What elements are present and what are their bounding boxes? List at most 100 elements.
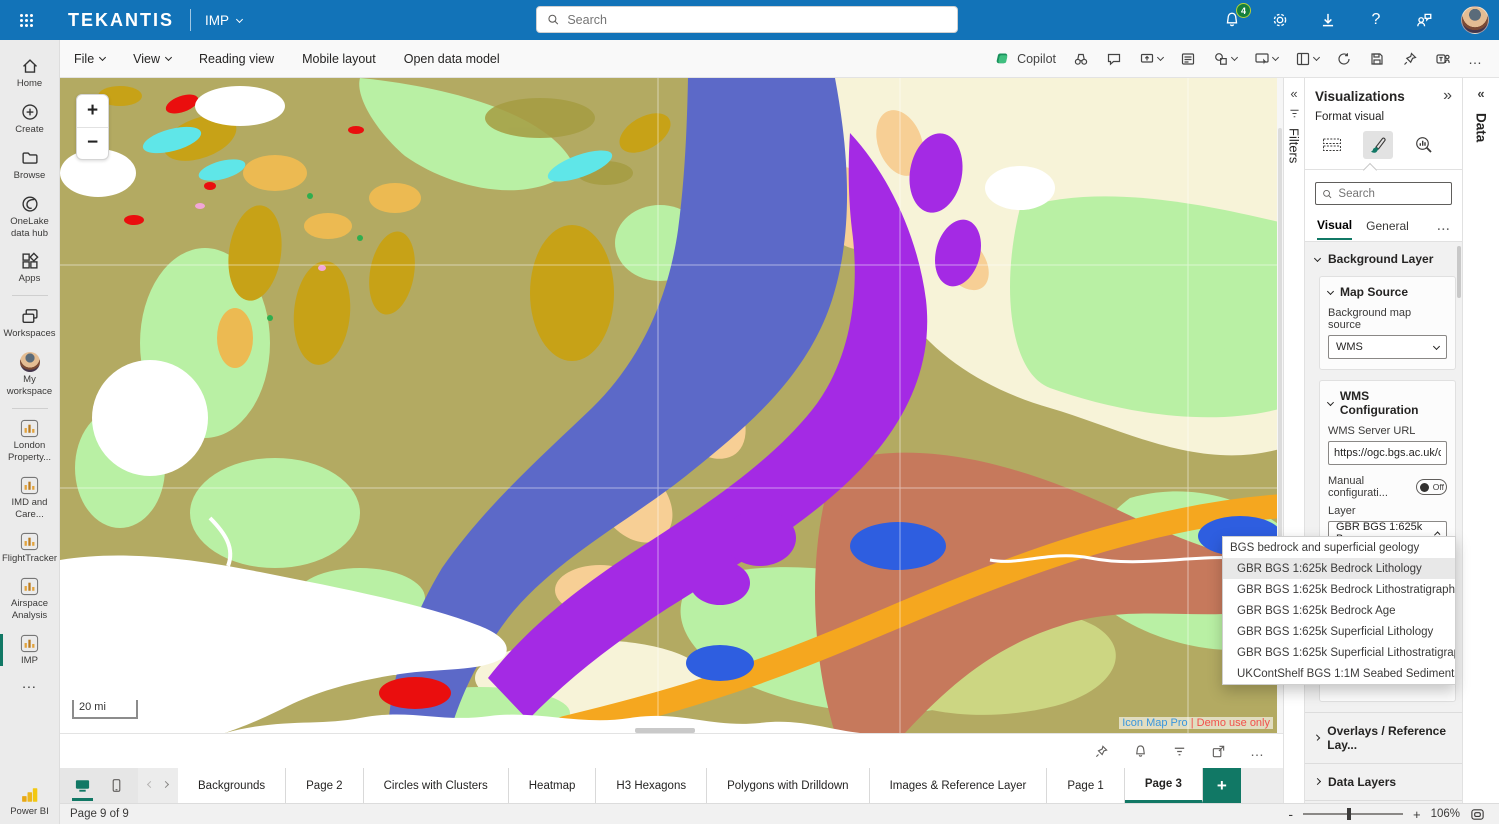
manual-configuration-toggle[interactable]: Off — [1416, 479, 1447, 495]
map-zoom-in-button[interactable]: + — [77, 95, 108, 128]
alerts-bell-icon[interactable] — [1133, 744, 1148, 759]
attribution-link[interactable]: Icon Map Pro — [1122, 717, 1187, 729]
settings-gear-icon[interactable] — [1269, 9, 1291, 31]
more-options-icon[interactable]: … — [1468, 51, 1483, 67]
copilot-button[interactable]: Copilot — [995, 51, 1056, 67]
page-tab-circles-with-clusters[interactable]: Circles with Clusters — [364, 768, 509, 803]
app-launcher-waffle-icon[interactable] — [6, 0, 46, 40]
section-data-layers[interactable]: Data Layers — [1305, 763, 1462, 800]
wms-configuration-header[interactable]: WMS Configuration — [1328, 389, 1447, 417]
background-map-source-select[interactable]: WMS — [1328, 335, 1447, 359]
sidebar-item-report-london-property[interactable]: London Property... — [0, 413, 60, 470]
page-tab-heatmap[interactable]: Heatmap — [509, 768, 597, 803]
sidebar-item-create[interactable]: Create — [0, 96, 60, 142]
layer-option[interactable]: GBR BGS 1:625k Superficial Lithostratigr… — [1223, 642, 1455, 663]
mobile-view-icon[interactable] — [107, 774, 126, 797]
sidebar-item-home[interactable]: Home — [0, 50, 60, 96]
global-search[interactable] — [536, 6, 958, 33]
page-view-icon[interactable] — [1295, 51, 1319, 67]
expand-filters-icon[interactable]: « — [1284, 78, 1304, 105]
layer-option-selected[interactable]: GBR BGS 1:625k Bedrock Lithology — [1223, 558, 1455, 579]
zoom-out-button[interactable]: - — [1288, 806, 1293, 822]
page-tab-page-3-active[interactable]: Page 3 — [1125, 768, 1203, 803]
collapse-visualizations-icon[interactable]: » — [1443, 87, 1452, 105]
filters-pane-label[interactable]: Filters — [1287, 128, 1302, 163]
page-tab-polygons-with-drilldown[interactable]: Polygons with Drilldown — [707, 768, 869, 803]
sidebar-item-workspaces[interactable]: Workspaces — [0, 300, 60, 346]
download-icon[interactable] — [1317, 9, 1339, 31]
add-page-button[interactable]: + — [1203, 768, 1241, 803]
menu-reading-view[interactable]: Reading view — [199, 52, 274, 66]
page-tab-backgrounds[interactable]: Backgrounds — [178, 768, 286, 803]
layer-option[interactable]: GBR BGS 1:625k Bedrock Age — [1223, 600, 1455, 621]
page-tab-h3-hexagons[interactable]: H3 Hexagons — [596, 768, 707, 803]
sidebar-item-apps[interactable]: Apps — [0, 245, 60, 291]
format-pane-scrollbar[interactable] — [1457, 246, 1461, 298]
selection-binoculars-icon[interactable] — [1073, 51, 1089, 67]
refresh-icon[interactable] — [1336, 51, 1352, 67]
menu-open-data-model[interactable]: Open data model — [404, 52, 500, 66]
fit-to-page-icon[interactable] — [1470, 807, 1485, 822]
text-box-icon[interactable] — [1180, 51, 1196, 67]
sidebar-item-report-imd-care[interactable]: IMD and Care... — [0, 470, 60, 527]
sidebar-item-report-flighttracker[interactable]: FlightTracker — [0, 526, 60, 571]
zoom-in-button[interactable]: + — [1413, 807, 1421, 822]
section-background-layer[interactable]: Background Layer — [1305, 242, 1462, 276]
format-tabs-more-icon[interactable]: ... — [1437, 217, 1450, 241]
map-source-header[interactable]: Map Source — [1328, 285, 1447, 299]
analytics-mode-icon[interactable] — [1409, 131, 1439, 159]
menu-file[interactable]: File — [74, 52, 105, 66]
comment-icon[interactable] — [1106, 51, 1122, 67]
expand-data-icon[interactable]: « — [1463, 78, 1499, 105]
menu-mobile-layout[interactable]: Mobile layout — [302, 52, 376, 66]
zoom-slider[interactable] — [1303, 813, 1403, 815]
feedback-icon[interactable] — [1413, 9, 1435, 31]
visual-filters-icon[interactable] — [1172, 744, 1187, 759]
sidebar-item-browse[interactable]: Browse — [0, 142, 60, 188]
layer-option[interactable]: UKContShelf BGS 1:1M Seabed Sediments — [1223, 663, 1455, 684]
map-zoom-out-button[interactable]: − — [77, 128, 108, 160]
zoom-slider-handle[interactable] — [1347, 808, 1351, 820]
pane-mode-switcher — [1305, 129, 1462, 170]
desktop-view-icon[interactable] — [72, 773, 93, 798]
sidebar-item-my-workspace[interactable]: My workspace — [0, 346, 60, 404]
format-search-box[interactable] — [1315, 182, 1452, 205]
layer-option[interactable]: GBR BGS 1:625k Bedrock Lithostratigraphy — [1223, 579, 1455, 600]
page-tab-images-reference-layer[interactable]: Images & Reference Layer — [870, 768, 1048, 803]
teams-share-icon[interactable] — [1435, 51, 1451, 67]
geology-map[interactable] — [60, 78, 1283, 733]
save-icon[interactable] — [1369, 51, 1385, 67]
data-pane-label[interactable]: Data — [1474, 113, 1489, 142]
pin-visual-icon[interactable] — [1094, 744, 1109, 759]
focus-mode-icon[interactable] — [1211, 744, 1226, 759]
sidebar-item-report-imp[interactable]: IMP — [0, 628, 60, 673]
format-search-input[interactable] — [1338, 188, 1445, 200]
page-tab-page-1[interactable]: Page 1 — [1047, 768, 1124, 803]
help-icon[interactable]: ? — [1365, 9, 1387, 31]
menu-view[interactable]: View — [133, 52, 171, 66]
sidebar-item-report-airspace[interactable]: Airspace Analysis — [0, 571, 60, 628]
layer-option-group[interactable]: BGS bedrock and superficial geology — [1223, 537, 1455, 558]
section-overlays-reference-layers[interactable]: Overlays / Reference Lay... — [1305, 712, 1462, 763]
fields-mode-icon[interactable] — [1317, 131, 1347, 159]
layer-option[interactable]: GBR BGS 1:625k Superficial Lithology — [1223, 621, 1455, 642]
sidebar-more-button[interactable]: ... — [22, 673, 37, 697]
tab-visual[interactable]: Visual — [1317, 218, 1352, 240]
previous-page-icon[interactable] — [147, 781, 154, 788]
format-mode-icon[interactable] — [1363, 131, 1393, 159]
workspace-switcher[interactable]: IMP — [205, 13, 242, 28]
tab-general[interactable]: General — [1366, 219, 1409, 239]
user-avatar[interactable] — [1461, 6, 1489, 34]
sidebar-item-onelake[interactable]: OneLake data hub — [0, 188, 60, 246]
visual-interactions-icon[interactable] — [1254, 51, 1278, 67]
page-tab-page-2[interactable]: Page 2 — [286, 768, 363, 803]
pin-icon[interactable] — [1402, 51, 1418, 67]
present-icon[interactable] — [1139, 51, 1163, 67]
visual-more-options-icon[interactable]: … — [1250, 743, 1265, 759]
notifications-bell-icon[interactable]: 4 — [1221, 9, 1243, 31]
search-input[interactable] — [567, 13, 947, 27]
shapes-icon[interactable] — [1213, 51, 1237, 67]
sidebar-item-powerbi[interactable]: Power BI — [0, 780, 60, 824]
wms-server-url-input[interactable] — [1328, 441, 1447, 465]
next-page-icon[interactable] — [162, 781, 169, 788]
